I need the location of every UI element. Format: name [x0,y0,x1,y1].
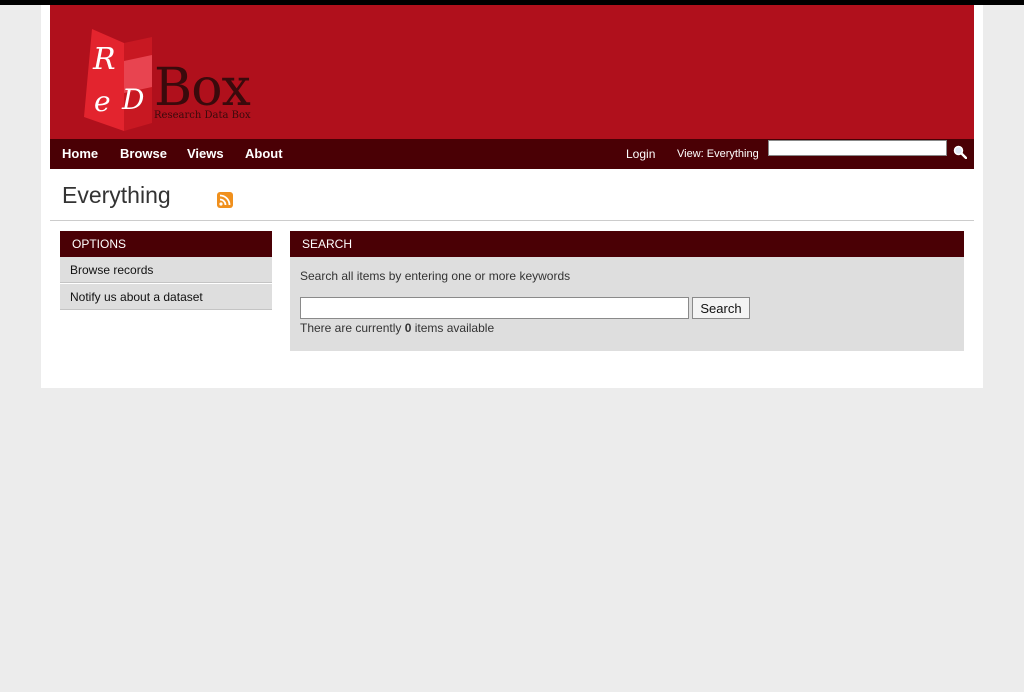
count-suffix: items available [414,321,495,335]
search-button[interactable]: Search [692,297,750,319]
count-prefix: There are currently [300,321,402,335]
rss-feed-icon[interactable] [217,192,233,208]
page-container: R e D Box Research Data Box Home Browse … [41,5,983,388]
logo-wordmark: Box [154,58,251,118]
options-heading: OPTIONS [60,231,272,257]
search-description: Search all items by entering one or more… [300,269,571,283]
search-panel: Search all items by entering one or more… [290,257,964,351]
redbox-logo[interactable]: R e D Box Research Data Box [84,27,254,137]
nav-view-selector[interactable]: View: Everything [677,139,759,169]
svg-text:R: R [92,42,116,77]
nav-home[interactable]: Home [62,139,98,169]
svg-text:D: D [121,83,144,116]
svg-text:e: e [94,85,111,118]
nav-views[interactable]: Views [187,139,224,169]
nav-browse[interactable]: Browse [120,139,167,169]
main-navbar: Home Browse Views About Login View: Ever… [50,139,974,169]
redbox-cube-icon: R e D [84,29,152,131]
logo-tagline: Research Data Box [154,110,251,121]
nav-search-input[interactable] [768,140,947,156]
search-heading: SEARCH [290,231,964,257]
search-input[interactable] [300,297,689,319]
options-item-notify-dataset[interactable]: Notify us about a dataset [60,284,272,310]
nav-login[interactable]: Login [626,139,655,169]
magnifier-icon[interactable] [953,145,968,160]
title-divider [50,220,974,221]
nav-about[interactable]: About [245,139,283,169]
page-title: Everything [62,182,171,208]
count-value: 0 [404,321,412,335]
options-item-browse-records[interactable]: Browse records [60,257,272,283]
item-count-status: There are currently 0 items available [300,321,494,335]
header-banner: R e D Box Research Data Box [50,5,974,139]
